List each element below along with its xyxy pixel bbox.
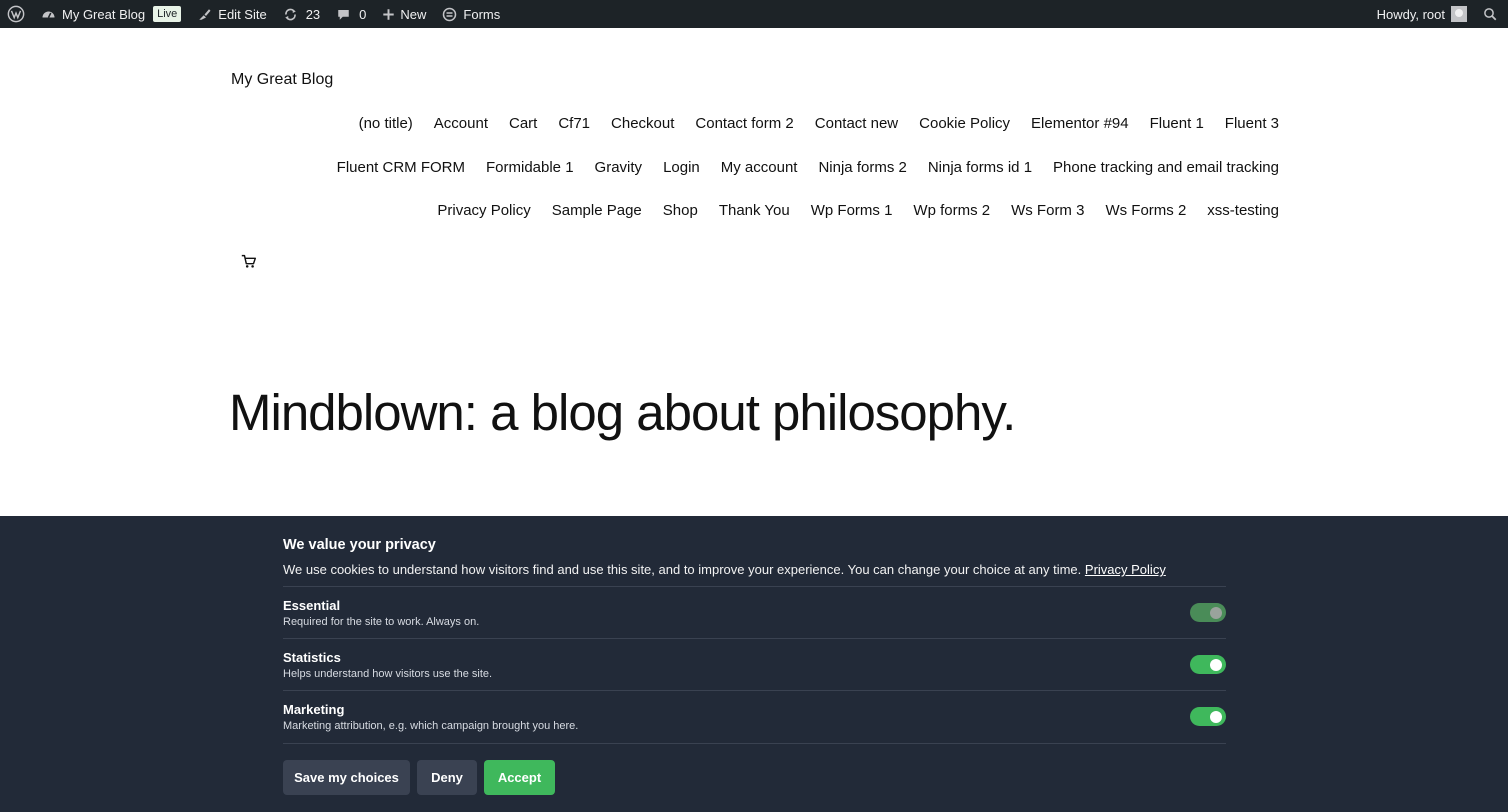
plus-icon — [382, 8, 395, 21]
wordpress-logo-icon[interactable] — [0, 0, 33, 28]
category-description: Required for the site to work. Always on… — [283, 616, 480, 628]
nav-item[interactable]: Cookie Policy — [919, 108, 1010, 152]
nav-item[interactable]: Phone tracking and email tracking — [1053, 152, 1279, 196]
dashboard-icon — [41, 7, 56, 22]
cookie-consent-banner: We value your privacy We use cookies to … — [0, 516, 1508, 812]
admin-bar: My Great Blog Live Edit Site 23 0 New Fo… — [0, 0, 1508, 28]
page-title: Mindblown: a blog about philosophy. — [229, 384, 1016, 441]
nav-item[interactable]: xss-testing — [1207, 195, 1279, 239]
forms-label: Forms — [463, 6, 501, 22]
nav-item[interactable]: Contact new — [815, 108, 898, 152]
consent-text: We use cookies to understand how visitor… — [283, 562, 1082, 577]
nav-item[interactable]: Ws Form 3 — [1011, 195, 1084, 239]
comment-icon — [336, 7, 351, 22]
primary-navigation: (no title) Account Cart Cf71 Checkout Contact… — [231, 108, 1279, 239]
avatar — [1451, 6, 1467, 22]
nav-item[interactable]: Formidable 1 — [486, 152, 574, 196]
site-name-menu[interactable]: My Great Blog Live — [33, 0, 189, 28]
nav-item[interactable]: Fluent CRM FORM — [337, 152, 465, 196]
comments-count: 0 — [359, 6, 367, 22]
edit-site-label: Edit Site — [218, 6, 267, 22]
deny-button[interactable]: Deny — [417, 760, 477, 795]
category-description: Helps understand how visitors use the si… — [283, 668, 493, 680]
nav-item[interactable]: Cart — [509, 108, 537, 152]
toggle-knob — [1210, 710, 1222, 723]
nav-item[interactable]: Thank You — [719, 195, 790, 239]
nav-item[interactable]: Sample Page — [552, 195, 642, 239]
howdy-label: Howdy, root — [1376, 6, 1445, 22]
comments-link[interactable]: 0 — [328, 0, 374, 28]
nav-item[interactable]: Ninja forms 2 — [818, 152, 906, 196]
nav-item[interactable]: Elementor #94 — [1031, 108, 1129, 152]
brush-icon — [197, 7, 212, 22]
nav-item[interactable]: Fluent 3 — [1225, 108, 1279, 152]
toggle-knob — [1210, 658, 1222, 671]
new-label: New — [400, 6, 427, 22]
nav-item[interactable]: Fluent 1 — [1150, 108, 1204, 152]
nav-item[interactable]: Contact form 2 — [695, 108, 793, 152]
consent-category-statistics: Statistics Helps understand how visitors… — [283, 638, 1226, 690]
nav-item[interactable]: Checkout — [611, 108, 674, 152]
statistics-toggle[interactable] — [1190, 655, 1226, 674]
consent-description: We use cookies to understand how visitor… — [283, 562, 1166, 577]
category-description: Marketing attribution, e.g. which campai… — [283, 720, 579, 732]
accept-button[interactable]: Accept — [484, 760, 555, 795]
edit-site-link[interactable]: Edit Site — [189, 0, 274, 28]
new-content-menu[interactable]: New — [374, 0, 434, 28]
site-name-label: My Great Blog — [62, 6, 146, 22]
marketing-toggle[interactable] — [1190, 707, 1226, 726]
category-title: Statistics — [283, 650, 341, 665]
divider — [283, 743, 1226, 744]
nav-item[interactable]: Cf71 — [558, 108, 590, 152]
nav-item[interactable]: Wp Forms 1 — [811, 195, 893, 239]
search-icon — [1483, 7, 1498, 22]
nav-item[interactable]: Ninja forms id 1 — [928, 152, 1032, 196]
nav-item[interactable]: Gravity — [595, 152, 643, 196]
nav-item[interactable]: My account — [721, 152, 798, 196]
nav-item[interactable]: (no title) — [359, 108, 413, 152]
nav-item[interactable]: Account — [434, 108, 488, 152]
category-title: Marketing — [283, 702, 345, 717]
save-choices-button[interactable]: Save my choices — [283, 760, 410, 795]
search-button[interactable] — [1475, 0, 1508, 28]
updates-icon — [283, 7, 298, 22]
updates-link[interactable]: 23 — [275, 0, 328, 28]
privacy-policy-link[interactable]: Privacy Policy — [1085, 562, 1166, 577]
site-title[interactable]: My Great Blog — [231, 71, 333, 89]
toggle-knob — [1210, 606, 1222, 619]
nav-item[interactable]: Wp forms 2 — [913, 195, 990, 239]
my-account-menu[interactable]: Howdy, root — [1369, 0, 1475, 28]
nav-item[interactable]: Shop — [663, 195, 698, 239]
updates-count: 23 — [305, 6, 321, 22]
forms-icon — [442, 7, 457, 22]
category-title: Essential — [283, 598, 341, 613]
nav-item[interactable]: Ws Forms 2 — [1105, 195, 1186, 239]
live-badge: Live — [153, 6, 182, 22]
consent-title: We value your privacy — [283, 537, 436, 553]
consent-category-essential: Essential Required for the site to work.… — [283, 586, 1226, 638]
nav-item[interactable]: Privacy Policy — [437, 195, 530, 239]
essential-toggle — [1190, 603, 1226, 622]
nav-item[interactable]: Login — [663, 152, 700, 196]
consent-category-marketing: Marketing Marketing attribution, e.g. wh… — [283, 690, 1226, 742]
forms-menu[interactable]: Forms — [434, 0, 508, 28]
cart-icon[interactable] — [240, 252, 258, 270]
